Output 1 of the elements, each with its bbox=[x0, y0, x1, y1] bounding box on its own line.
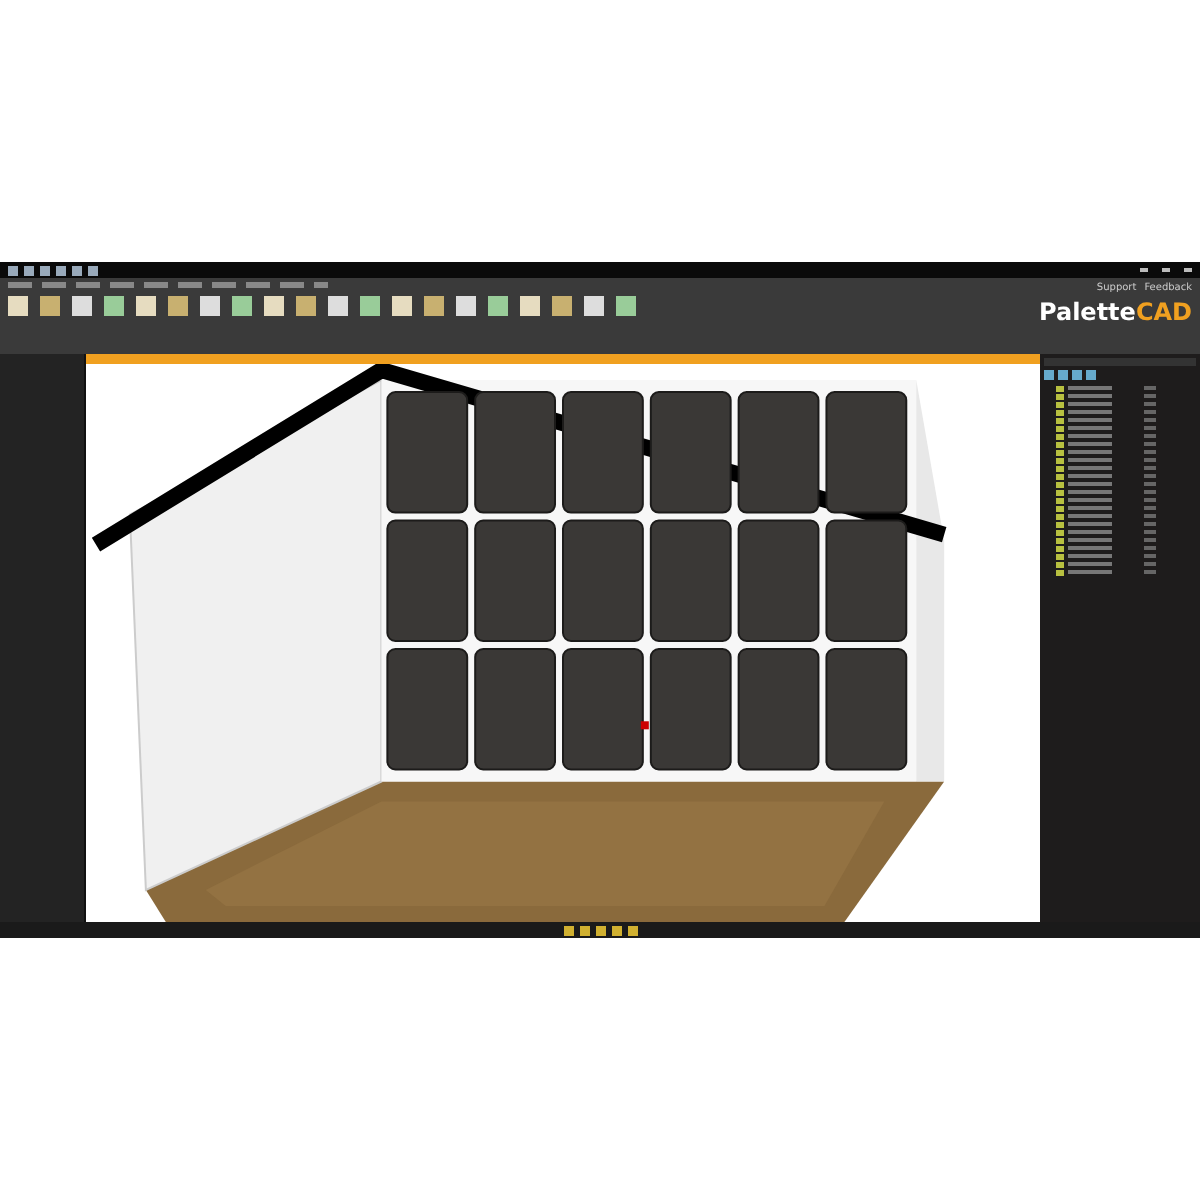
brand-logo: PaletteCAD bbox=[1039, 298, 1192, 326]
